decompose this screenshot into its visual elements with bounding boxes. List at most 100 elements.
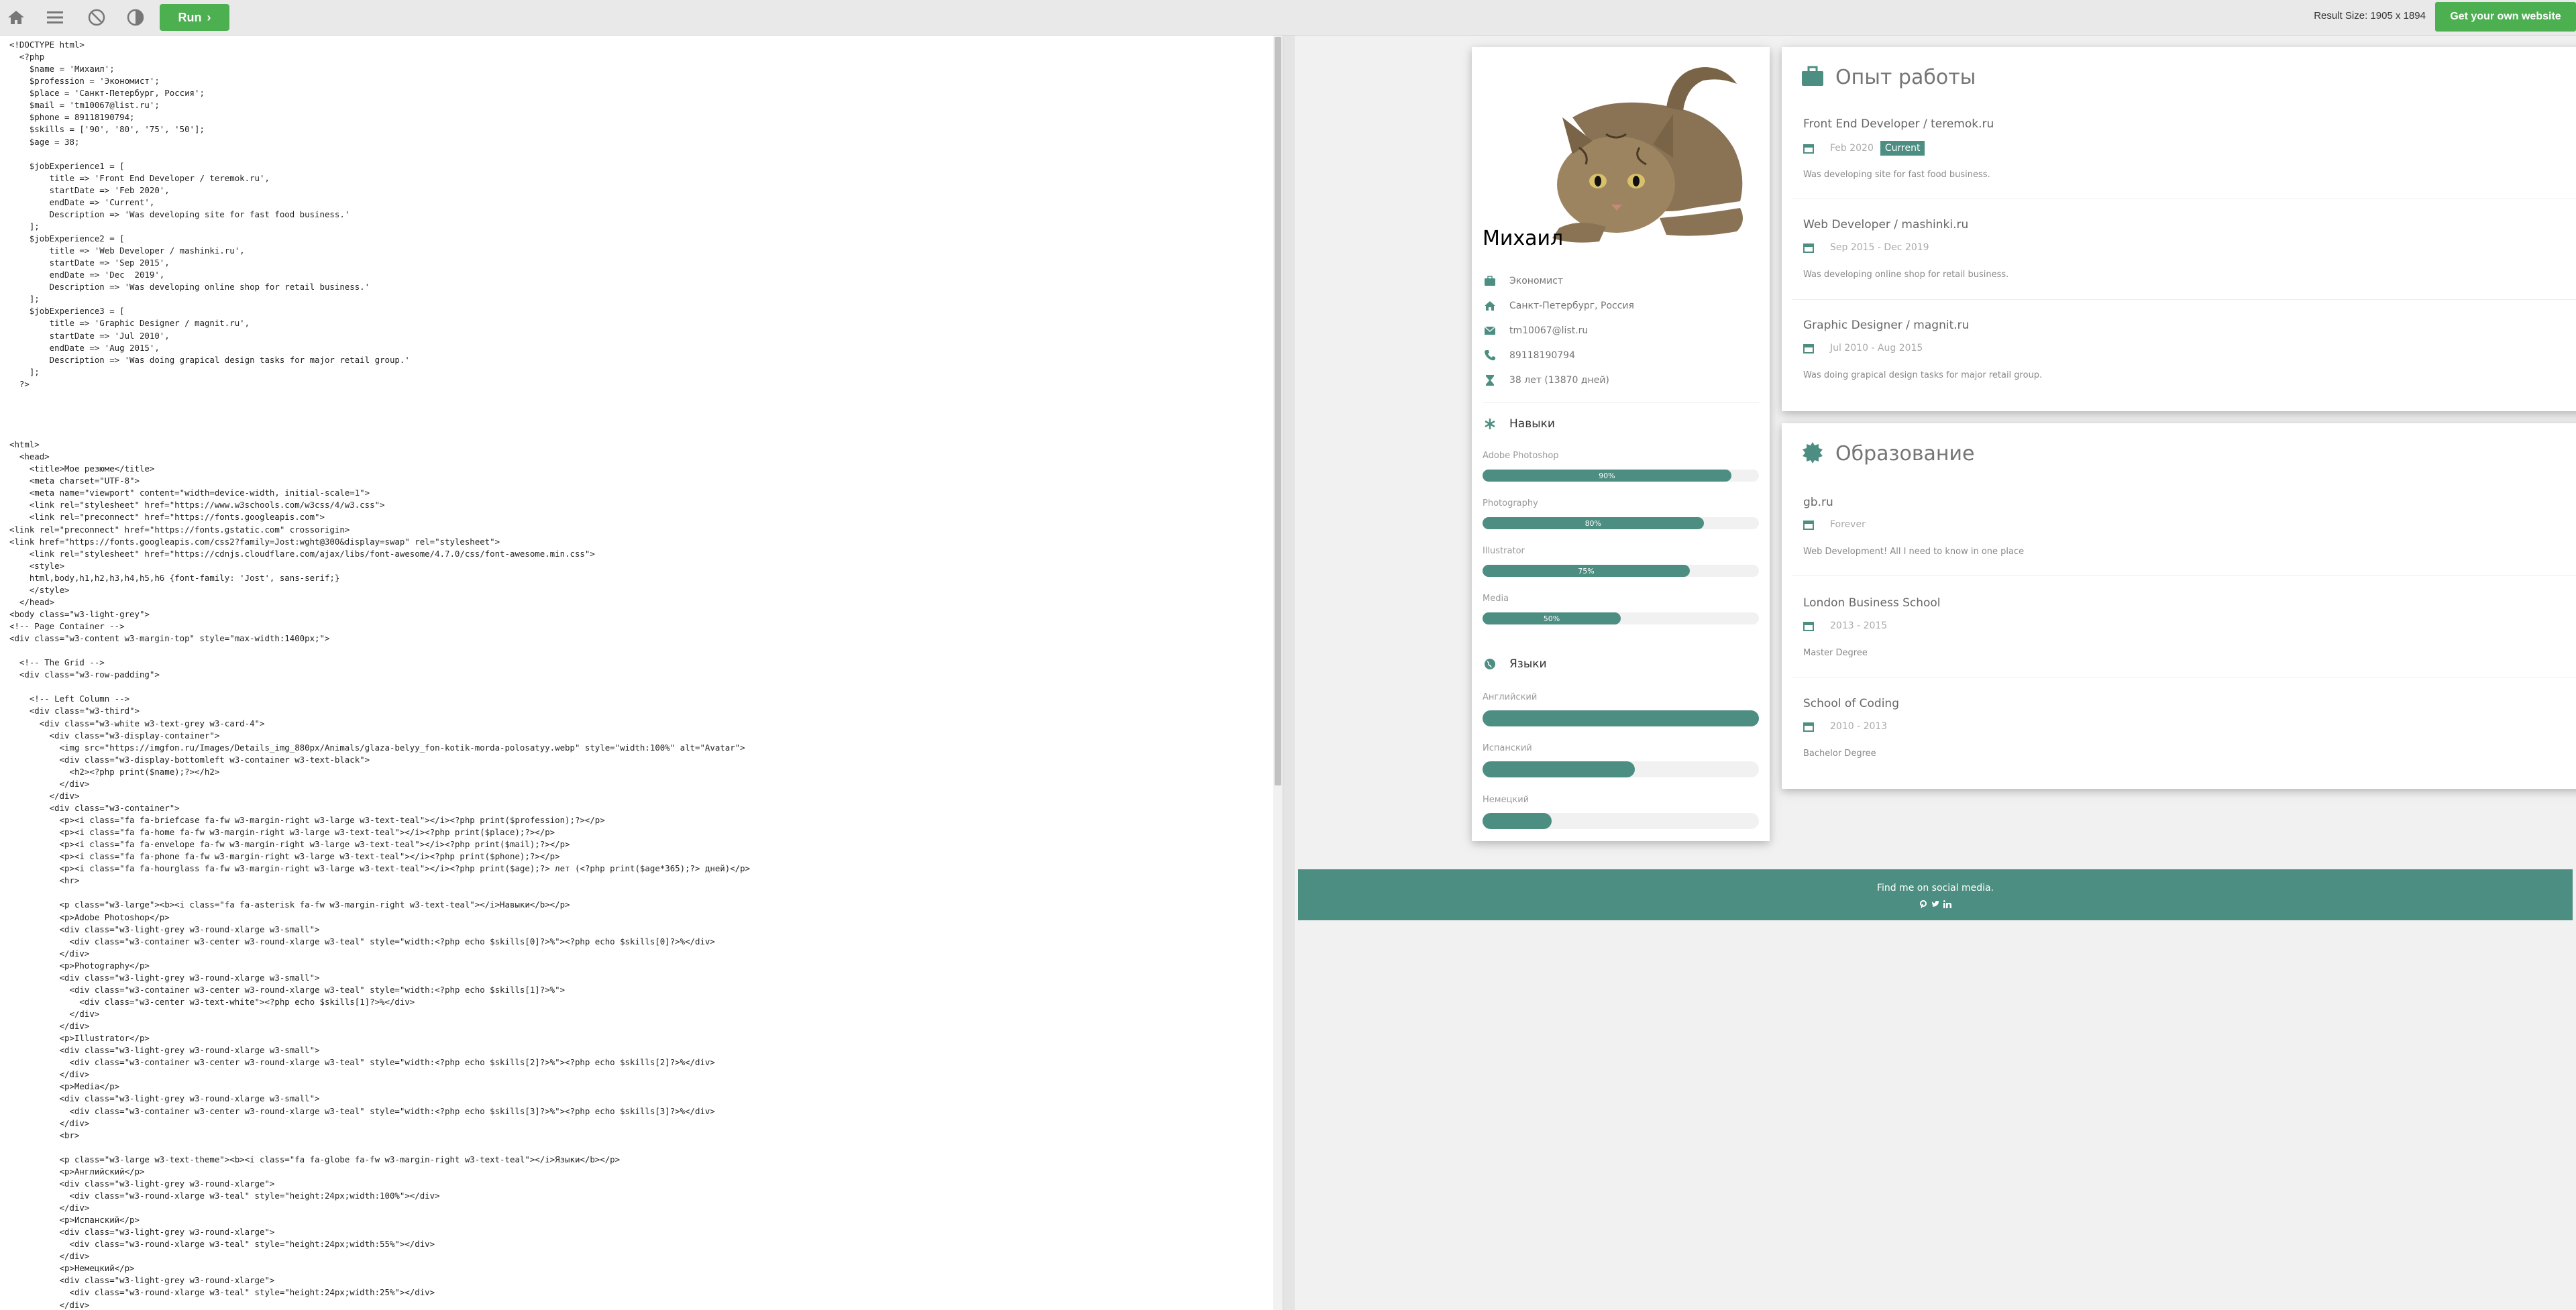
job-description: Was developing site for fast food busine… <box>1803 170 1990 180</box>
job-title: Front End Developer / teremok.ru <box>1803 117 1994 131</box>
languages-heading: Языки <box>1484 657 1547 671</box>
editor-toolbar: Run › Result Size: 1905 x 1894 Get your o… <box>0 0 2576 36</box>
calendar-icon <box>1803 622 1814 631</box>
language-bar <box>1483 761 1759 777</box>
language-name: Немецкий <box>1483 795 1529 805</box>
footer-text: Find me on social media. <box>1876 883 1994 893</box>
skills-heading: Навыки <box>1484 417 1555 431</box>
calendar-icon <box>1803 521 1814 530</box>
skill-bar: 75% <box>1483 565 1759 577</box>
mail-text: tm10067@list.ru <box>1509 325 1589 336</box>
run-button[interactable]: Run › <box>160 4 229 31</box>
divider <box>1792 575 2576 576</box>
skill-bar: 80% <box>1483 517 1759 529</box>
linkedin-icon[interactable] <box>1943 900 1951 908</box>
job-date-text: Feb 2020 <box>1830 143 1874 154</box>
pane-divider[interactable] <box>1283 36 1295 1310</box>
calendar-icon <box>1803 243 1814 253</box>
school-date-text: 2013 - 2015 <box>1830 620 1888 631</box>
no-entry-icon[interactable] <box>86 7 107 28</box>
divider <box>1792 299 2576 300</box>
phone-row: 89118190794 <box>1484 349 1575 362</box>
home-icon[interactable] <box>5 7 27 28</box>
skill-bar-fill: 50% <box>1483 612 1621 624</box>
language-bar <box>1483 813 1759 829</box>
globe-icon <box>1485 659 1495 669</box>
job-date-text: Jul 2010 - Aug 2015 <box>1830 343 1923 353</box>
school-date-text: 2010 - 2013 <box>1830 721 1888 732</box>
job-description: Was developing online shop for retail bu… <box>1803 270 2009 280</box>
profession-row: Экономист <box>1484 275 1563 287</box>
skill-name: Photography <box>1483 498 1538 508</box>
school-description: Master Degree <box>1803 648 1868 658</box>
age-row: 38 лет (13870 дней) <box>1484 374 1609 386</box>
skills-heading-text: Навыки <box>1509 417 1555 431</box>
twitter-icon[interactable] <box>1931 900 1939 908</box>
school-description: Bachelor Degree <box>1803 749 1876 759</box>
phone-icon <box>1485 350 1495 361</box>
skill-bar: 90% <box>1483 470 1759 482</box>
language-bar-fill <box>1483 761 1635 777</box>
avatar: Михаил <box>1472 47 1770 260</box>
skill-name: Adobe Photoshop <box>1483 451 1559 461</box>
language-bar-fill <box>1483 710 1759 726</box>
mail-row: tm10067@list.ru <box>1484 325 1588 337</box>
get-own-website-button[interactable]: Get your own website <box>2435 2 2576 32</box>
school-title: School of Coding <box>1803 697 1899 710</box>
editor-scrollbar[interactable] <box>1273 36 1283 1310</box>
experience-card: Опыт работы Front End Developer / teremo… <box>1782 47 2576 411</box>
run-button-label: Run <box>178 10 202 24</box>
school-description: Web Development! All I need to know in o… <box>1803 547 2025 557</box>
menu-icon[interactable] <box>44 7 66 28</box>
pinterest-icon[interactable] <box>1919 900 1927 908</box>
school-date: 2013 - 2015 <box>1803 620 1887 631</box>
place-text: Санкт-Петербург, Россия <box>1509 301 1634 311</box>
experience-heading: Опыт работы <box>1835 66 1976 89</box>
current-badge: Current <box>1880 141 1925 156</box>
certificate-icon <box>1803 442 1823 463</box>
language-name: Английский <box>1483 692 1538 702</box>
languages-heading-text: Языки <box>1509 657 1547 671</box>
skill-bar-fill: 90% <box>1483 470 1731 482</box>
contrast-icon[interactable] <box>125 7 146 28</box>
result-size: Result Size: 1905 x 1894 <box>2314 10 2426 21</box>
profile-name: Михаил <box>1483 227 1564 250</box>
profile-card: Михаил Экономист Санкт-Петербург, Россия… <box>1472 47 1770 841</box>
job-date-text: Sep 2015 - Dec 2019 <box>1830 242 1929 253</box>
hourglass-icon <box>1486 375 1494 386</box>
skill-name: Illustrator <box>1483 546 1525 556</box>
job-date: Jul 2010 - Aug 2015 <box>1803 343 1923 353</box>
place-row: Санкт-Петербург, Россия <box>1484 300 1634 312</box>
code-text[interactable]: <!DOCTYPE html> <?php $name = 'Михаил'; … <box>9 39 750 1310</box>
calendar-icon <box>1803 722 1814 732</box>
scrollbar-thumb[interactable] <box>1275 37 1281 785</box>
asterisk-icon <box>1485 419 1495 429</box>
education-heading: Образование <box>1835 442 1975 466</box>
skill-name: Media <box>1483 594 1509 604</box>
envelope-icon <box>1484 326 1496 335</box>
job-title: Web Developer / mashinki.ru <box>1803 218 1969 231</box>
briefcase-icon <box>1485 276 1495 286</box>
language-name: Испанский <box>1483 743 1532 753</box>
chevron-right-icon: › <box>207 10 211 24</box>
phone-text: 89118190794 <box>1509 350 1575 361</box>
page-footer: Find me on social media. <box>1298 869 2573 920</box>
result-pane: Михаил Экономист Санкт-Петербург, Россия… <box>1295 36 2576 1310</box>
school-title: London Business School <box>1803 596 1941 610</box>
language-bar-fill <box>1483 813 1552 829</box>
divider <box>1483 402 1759 403</box>
calendar-icon <box>1803 344 1814 353</box>
school-date-text: Forever <box>1830 519 1866 530</box>
calendar-icon <box>1803 144 1814 154</box>
school-date: Forever <box>1803 519 1866 530</box>
job-title: Graphic Designer / magnit.ru <box>1803 319 1970 332</box>
home-icon <box>1485 301 1495 311</box>
skill-bar: 50% <box>1483 612 1759 624</box>
age-text: 38 лет (13870 дней) <box>1509 375 1609 386</box>
skill-bar-fill: 75% <box>1483 565 1690 577</box>
job-date: Feb 2020 Current <box>1803 141 1925 156</box>
code-editor[interactable]: <!DOCTYPE html> <?php $name = 'Михаил'; … <box>0 36 1275 1310</box>
job-date: Sep 2015 - Dec 2019 <box>1803 242 1929 253</box>
language-bar <box>1483 710 1759 726</box>
school-title: gb.ru <box>1803 496 1833 509</box>
